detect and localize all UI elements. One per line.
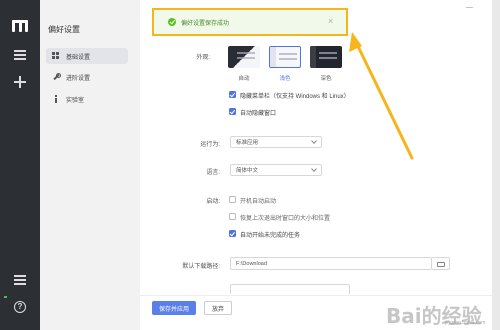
restore-window-checkbox[interactable] xyxy=(229,213,236,220)
add-task-icon[interactable] xyxy=(13,75,27,89)
info-icon xyxy=(52,95,60,103)
watermark-url: jingyan.baidu.com xyxy=(445,320,486,326)
settings-nav: 偏好设置 基础设置 进阶设置 实验室 xyxy=(40,0,140,330)
save-apply-button[interactable]: 保存并应用 xyxy=(152,301,196,315)
nav-item-label: 基础设置 xyxy=(66,54,91,61)
folder-icon xyxy=(437,262,445,267)
success-check-icon xyxy=(168,18,176,26)
theme-light-option[interactable] xyxy=(269,46,301,68)
app-logo-icon xyxy=(12,20,28,32)
theme-dark-label: 深色 xyxy=(320,76,332,82)
nav-item-advanced[interactable]: 进阶设置 xyxy=(46,69,128,85)
menu-icon[interactable] xyxy=(13,48,27,62)
app-rail: ? xyxy=(0,0,40,330)
run-as-select[interactable]: 标准应用 xyxy=(230,136,322,148)
language-label: 语言: xyxy=(206,170,220,176)
appearance-label: 外观: xyxy=(196,55,210,61)
launch-at-login-label: 开机自动启动 xyxy=(240,199,277,205)
nav-item-label: 实验室 xyxy=(66,97,85,104)
chevron-down-icon xyxy=(311,166,317,172)
close-icon[interactable]: × xyxy=(328,16,333,26)
hide-menubar-checkbox[interactable] xyxy=(229,91,236,98)
download-path-input[interactable]: F:\Download xyxy=(230,257,432,270)
chevron-down-icon xyxy=(311,138,317,144)
theme-auto-label: 自动 xyxy=(238,76,250,82)
next-setting-field[interactable] xyxy=(230,284,350,294)
auto-hide-window-label: 自动隐藏窗口 xyxy=(240,111,277,117)
minimize-button[interactable]: — xyxy=(466,4,473,11)
nav-item-label: 进阶设置 xyxy=(66,75,91,82)
nav-item-lab[interactable]: 实验室 xyxy=(46,91,128,107)
grid-icon xyxy=(52,52,60,60)
resume-tasks-label: 自动开始未完成的任务 xyxy=(240,233,301,239)
browse-folder-button[interactable] xyxy=(432,257,450,270)
settings-sliders-icon[interactable] xyxy=(13,273,27,287)
launch-at-login-checkbox[interactable] xyxy=(229,196,236,203)
nav-item-basic[interactable]: 基础设置 xyxy=(46,48,128,64)
scrollbar[interactable] xyxy=(492,0,500,330)
help-icon[interactable]: ? xyxy=(13,300,27,314)
language-value: 简体中文 xyxy=(236,168,259,174)
wrench-icon xyxy=(52,73,61,81)
discard-button[interactable]: 放弃 xyxy=(204,301,232,315)
toast-message: 偏好设置保存成功 xyxy=(181,21,230,27)
download-path-label: 默认下载路径: xyxy=(182,264,220,270)
status-dot xyxy=(4,296,7,298)
theme-auto-option[interactable] xyxy=(228,46,260,68)
nav-title: 偏好设置 xyxy=(48,25,80,34)
hide-menubar-label: 隐藏菜单栏（仅支持 Windows 和 Linux） xyxy=(240,94,350,100)
auto-hide-window-checkbox[interactable] xyxy=(229,108,236,115)
download-path-value: F:\Download xyxy=(236,260,267,267)
success-toast: 偏好设置保存成功 × xyxy=(152,8,348,36)
resume-tasks-checkbox[interactable] xyxy=(229,230,236,237)
theme-light-label: 浅色 xyxy=(279,76,291,82)
startup-label: 启动: xyxy=(206,199,220,205)
restore-window-label: 恢复上次退出时窗口的大小和位置 xyxy=(240,216,331,222)
run-as-value: 标准应用 xyxy=(236,140,259,146)
run-as-label: 运行为: xyxy=(200,142,220,148)
theme-dark-option[interactable] xyxy=(310,46,342,68)
language-select[interactable]: 简体中文 xyxy=(230,164,322,176)
